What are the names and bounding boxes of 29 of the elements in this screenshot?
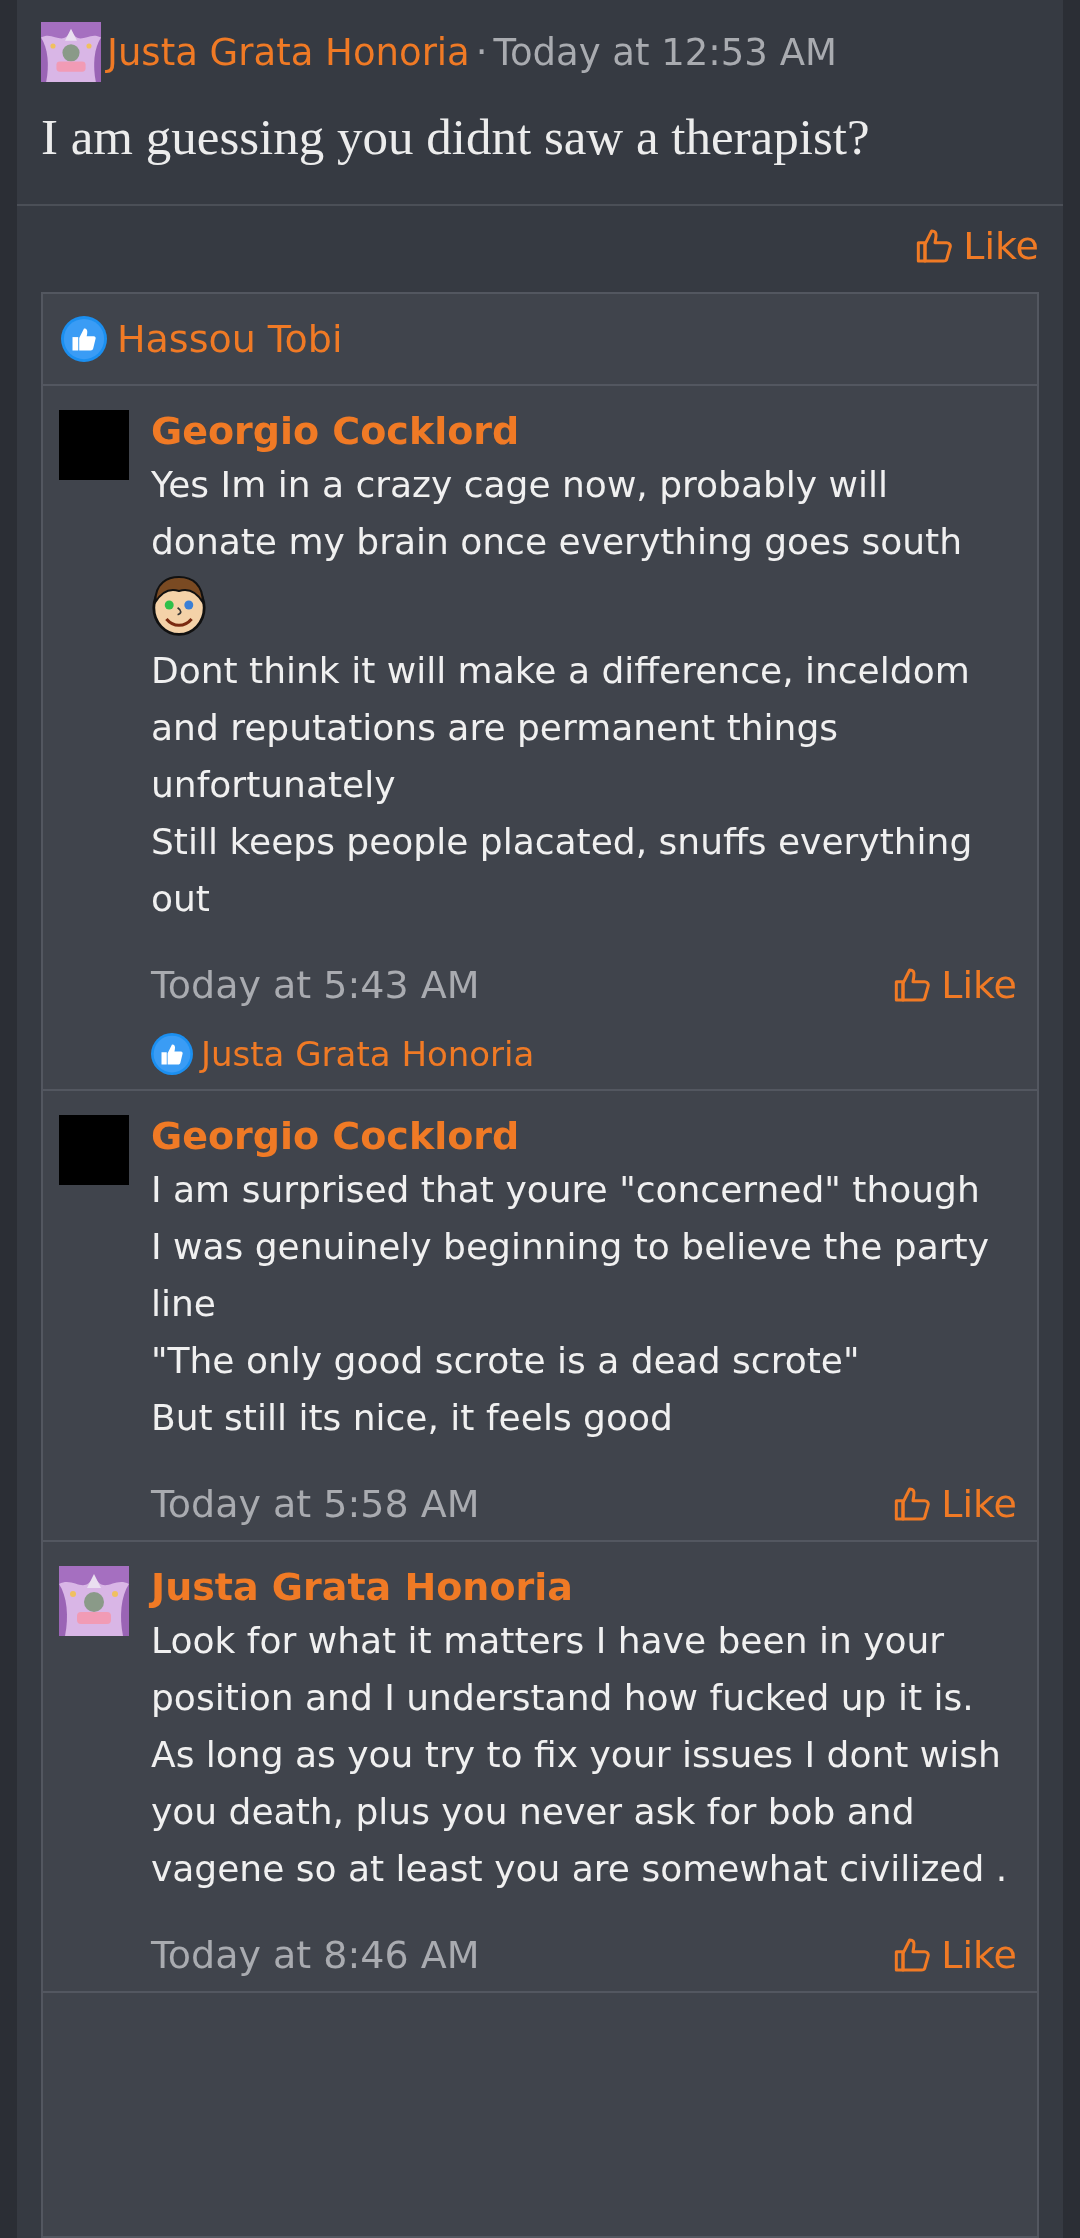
post-time: Today at 12:53 AM	[493, 30, 837, 74]
comment-text: I was genuinely beginning to believe the party line	[151, 1225, 990, 1326]
like-button[interactable]: Like	[893, 1933, 1017, 1977]
separator-dot: ·	[475, 30, 488, 74]
comment-time: Today at 5:58 AM	[151, 1482, 480, 1526]
comment-author[interactable]: Georgio Cocklord	[151, 1111, 1017, 1161]
like-button[interactable]: Like	[893, 1482, 1017, 1526]
comment-author[interactable]: Justa Grata Honoria	[151, 1562, 1017, 1612]
liker-link[interactable]: Hassou Tobi	[117, 317, 343, 361]
comment-text: Dont think it will make a difference, inceldom and reputations are permanent things unfortunately	[151, 649, 971, 807]
like-badge-icon	[61, 316, 107, 362]
avatar[interactable]	[59, 1566, 129, 1636]
liker-link[interactable]: Justa Grata Honoria	[201, 1034, 535, 1074]
comment-time: Today at 5:43 AM	[151, 963, 480, 1007]
comment-text: "The only good scrote is a dead scrote"	[151, 1339, 861, 1383]
like-button[interactable]: Like	[915, 224, 1039, 268]
comment-text: Look for what it matters I have been in your position and I understand how fucked up it is. As long as you try to fix your issues I dont wish you death, plus you never ask for bob and vagene so at least you are somewhat civilized .	[151, 1619, 1009, 1891]
like-button[interactable]: Like	[893, 963, 1017, 1007]
comment-text: But still its nice, it feels good	[151, 1396, 674, 1440]
comment-time: Today at 8:46 AM	[151, 1933, 480, 1977]
smiley-face-icon	[151, 574, 207, 636]
comment-author[interactable]: Georgio Cocklord	[151, 406, 1017, 456]
post-text: I am guessing you didnt saw a therapist?	[41, 108, 871, 166]
like-badge-icon	[151, 1033, 193, 1075]
comment-text: I am surprised that youre "concerned" though	[151, 1168, 981, 1212]
author-link[interactable]: Justa Grata Honoria	[107, 30, 470, 74]
comment-text: Yes Im in a crazy cage now, probably will donate my brain once everything goes south	[151, 463, 963, 564]
avatar[interactable]	[41, 22, 101, 82]
comment-text: Still keeps people placated, snuffs everything out	[151, 820, 974, 921]
